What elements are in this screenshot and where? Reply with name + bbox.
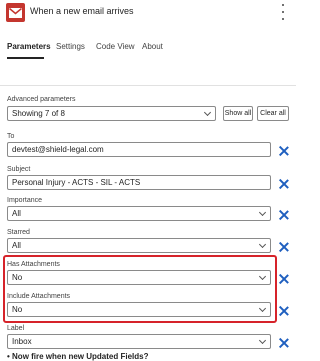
chevron-down-icon — [258, 336, 267, 345]
label-dropdown[interactable]: Inbox — [7, 334, 271, 349]
importance-label: Importance — [7, 197, 43, 204]
remove-label-icon[interactable] — [278, 337, 290, 349]
tab-settings[interactable]: Settings — [56, 42, 85, 51]
advanced-parameters-value: Showing 7 of 8 — [12, 109, 65, 118]
trigger-title: When a new email arrives — [30, 6, 134, 16]
to-field[interactable]: devtest@shield-legal.com — [7, 142, 271, 157]
advanced-parameters-dropdown[interactable]: Showing 7 of 8 — [7, 106, 216, 121]
chevron-down-icon — [258, 272, 267, 281]
include-attachments-value: No — [12, 305, 23, 314]
tab-code-view[interactable]: Code View — [96, 42, 135, 51]
chevron-down-icon — [258, 208, 267, 217]
has-attachments-value: No — [12, 273, 23, 282]
clear-all-button[interactable]: Clear all — [257, 106, 289, 121]
include-attachments-label: Include Attachments — [7, 293, 71, 300]
to-label: To — [7, 133, 15, 140]
label-value: Inbox — [12, 337, 32, 346]
tab-about[interactable]: About — [142, 42, 163, 51]
active-tab-indicator — [7, 57, 44, 59]
has-attachments-label: Has Attachments — [7, 261, 60, 268]
remove-subject-icon[interactable] — [278, 178, 290, 190]
chevron-down-icon — [258, 240, 267, 249]
importance-dropdown[interactable]: All — [7, 206, 271, 221]
remove-has-attachments-icon[interactable] — [278, 273, 290, 285]
gmail-logo — [6, 3, 25, 22]
envelope-icon — [9, 7, 22, 18]
divider — [0, 85, 296, 86]
show-all-button[interactable]: Show all — [223, 106, 253, 121]
tab-bar: Parameters Settings Code View About — [0, 36, 296, 62]
label-label: Label — [7, 325, 25, 332]
include-attachments-dropdown[interactable]: No — [7, 302, 271, 317]
starred-value: All — [12, 241, 21, 250]
remove-starred-icon[interactable] — [278, 241, 290, 253]
remove-to-icon[interactable] — [278, 145, 290, 157]
has-attachments-dropdown[interactable]: No — [7, 270, 271, 285]
chevron-down-icon — [203, 108, 212, 117]
more-options-icon[interactable] — [278, 4, 288, 20]
remove-importance-icon[interactable] — [278, 209, 290, 221]
remove-include-attachments-icon[interactable] — [278, 305, 290, 317]
tab-parameters[interactable]: Parameters — [7, 42, 51, 51]
chevron-down-icon — [258, 304, 267, 313]
advanced-parameters-label: Advanced parameters — [7, 96, 76, 103]
starred-dropdown[interactable]: All — [7, 238, 271, 253]
subject-label: Subject — [7, 166, 31, 173]
subject-field[interactable]: Personal Injury - ACTS - SIL - ACTS — [7, 175, 271, 190]
importance-value: All — [12, 209, 21, 218]
header-bar: When a new email arrives — [0, 0, 296, 26]
starred-label: Starred — [7, 229, 30, 236]
